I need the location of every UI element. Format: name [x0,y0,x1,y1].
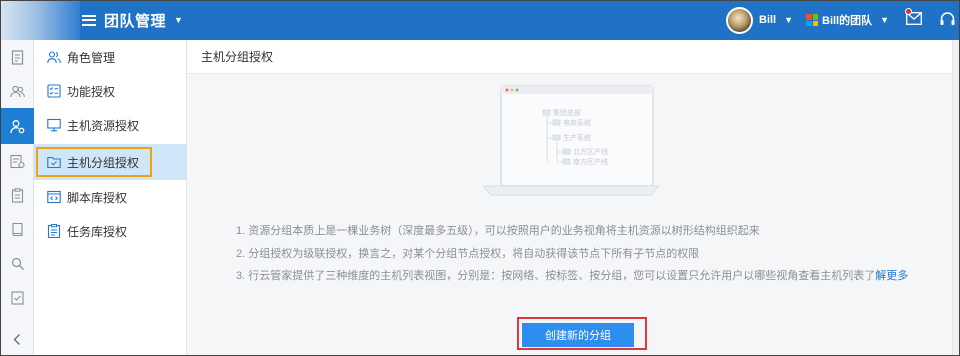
tree-node-label: 集团总部 [553,108,581,117]
sidebar-item-script-library-auth[interactable]: 脚本库授权 [34,180,187,214]
menu-title: 团队管理 [104,12,167,30]
document-icon [11,49,23,65]
rail-users[interactable] [0,74,34,108]
search-icon [11,257,24,270]
users-icon [47,51,61,64]
team-management-menu[interactable]: 团队管理 ▼ [82,8,183,32]
tip-item: 2. 分组授权为级联授权，换言之，对某个分组节点授权，将自动获得该节点下所有子节… [236,247,700,260]
sidebar-item-label: 主机资源授权 [67,118,140,133]
tree-node-label: 北方区产线 [573,147,608,156]
avatar [726,6,753,34]
task-list-icon [47,224,61,238]
sidebar-item-task-library-auth[interactable]: 任务库授权 [34,214,187,248]
highlight-box [36,147,152,177]
chevron-down-icon: ▼ [174,15,183,25]
headset-icon[interactable] [940,12,955,26]
tip-item: 3. 行云管家提供了三种维度的主机列表视图，分别是：按网络、按标签、按分组，您可… [236,265,908,288]
checklist-icon [10,290,24,305]
sidebar-item-label: 功能授权 [67,84,116,99]
sidebar-item-label: 脚本库授权 [67,190,128,205]
sidebar-item-label: 任务库授权 [67,224,128,239]
rail-clipboard[interactable] [0,178,34,212]
team-menu[interactable]: Bill的团队 ▼ [806,12,889,28]
clipboard-icon [11,187,23,203]
collapse-left-icon [13,333,20,345]
code-file-icon [47,190,61,204]
rail-server-settings[interactable] [0,144,34,178]
laptop-illustration: 集团总部 电商系统 生产系统 北方区产线 南方区产线 [483,85,659,196]
server-settings-icon [9,154,25,168]
team-name: Bill的团队 [822,15,873,27]
sidebar-item-role-management[interactable]: 角色管理 [34,40,187,74]
sidebar-item-host-resource-auth[interactable]: 主机资源授权 [34,108,187,142]
create-group-button[interactable]: 创建新的分组 [522,323,634,347]
sidebar-item-function-auth[interactable]: 功能授权 [34,74,187,108]
app-logo[interactable] [0,0,80,40]
sidebar-item-host-group-auth[interactable]: 主机分组授权 [34,144,187,180]
book-icon [11,222,23,236]
tip-text: 3. 行云管家提供了三种维度的主机列表视图，分别是：按网络、按标签、按分组，您可… [236,270,876,282]
rail-checklist[interactable] [0,280,34,314]
main-content: 主机分组授权 集团总部 电商系统 生产系统 北方区产线 南方区产线 1. 资源分… [188,40,952,356]
rail-book[interactable] [0,212,34,246]
sidebar-item-label: 角色管理 [67,50,116,65]
rail-user-settings[interactable] [0,108,34,144]
chevron-down-icon: ▼ [784,15,794,25]
chevron-down-icon: ▼ [880,15,890,25]
page-title-bar: 主机分组授权 [188,40,952,74]
user-menu[interactable]: Bill ▼ [726,6,793,34]
menu-icon [82,14,96,26]
notification-badge [905,8,912,15]
icon-rail [0,40,34,356]
rail-collapse[interactable] [0,322,34,356]
monitor-icon [47,118,61,132]
users-icon [9,85,25,97]
rail-document[interactable] [0,40,34,74]
top-bar: 团队管理 ▼ Bill ▼ Bill的团队 ▼ [0,0,960,40]
tree-node-label: 电商系统 [563,118,591,127]
user-name: Bill [759,14,777,26]
tips-list: 1. 资源分组本质上是一棵业务树（深度最多五级），可以按照用户的业务视角将主机资… [236,220,908,288]
page-title: 主机分组授权 [201,50,274,64]
rail-search[interactable] [0,246,34,280]
tree-node-label: 南方区产线 [573,157,608,166]
user-settings-icon [9,119,24,133]
tree-node-label: 生产系统 [563,133,591,142]
microsoft-logo-icon [806,14,818,26]
tip-item: 1. 资源分组本质上是一棵业务树（深度最多五级），可以按照用户的业务视角将主机资… [236,225,760,237]
checklist-icon [47,84,61,98]
scroll-edge [952,40,960,356]
learn-more-link[interactable]: 解更多 [875,270,908,282]
sidebar: 角色管理 功能授权 主机资源授权 主机分组授权 脚本库授权 任务库授权 [34,40,187,356]
